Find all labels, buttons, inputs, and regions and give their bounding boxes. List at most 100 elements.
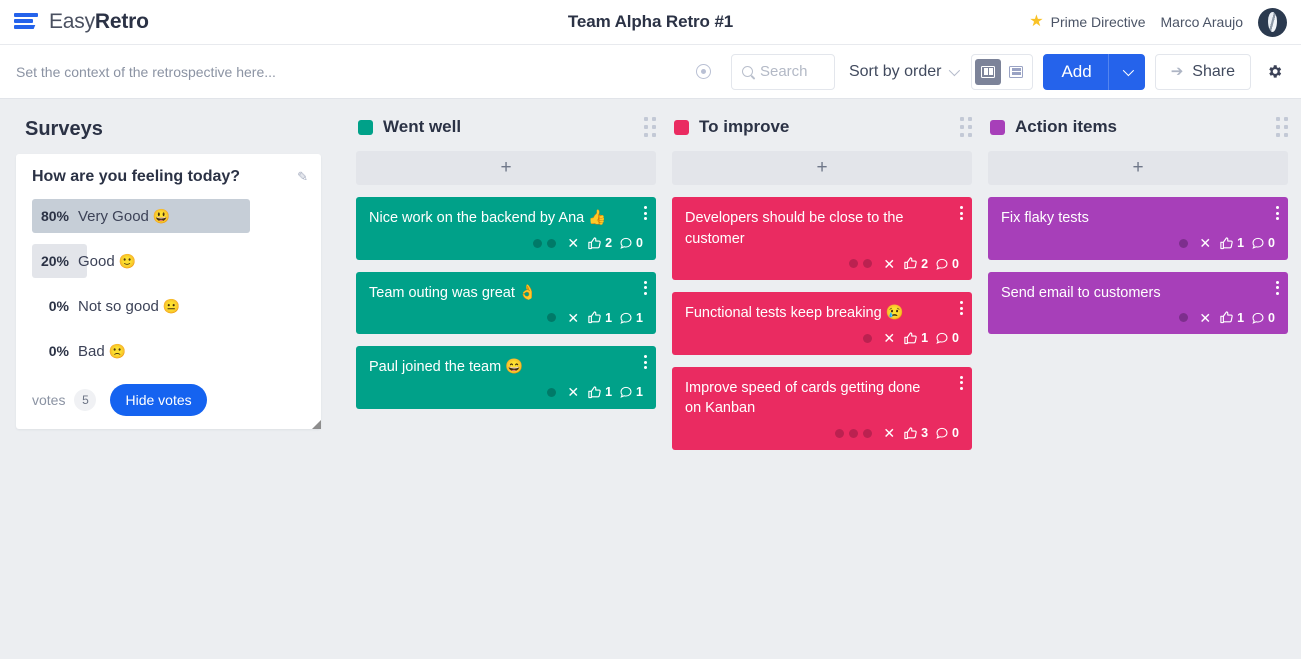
user-name[interactable]: Marco Araujo — [1161, 14, 1243, 30]
card-comment-button[interactable]: 0 — [935, 331, 959, 345]
search-icon — [742, 66, 753, 77]
survey-question: How are you feeling today? — [32, 168, 305, 186]
prime-directive-button[interactable]: ★ Prime Directive — [1029, 14, 1145, 30]
brand-logo[interactable]: EasyRetro — [14, 10, 149, 34]
survey-votes-row: votes 5 Hide votes — [32, 384, 305, 416]
card-voter-dots — [533, 239, 556, 248]
retro-card[interactable]: Developers should be close to the custom… — [672, 197, 972, 280]
context-input[interactable] — [14, 63, 681, 81]
add-card-button[interactable]: + — [988, 151, 1288, 185]
eye-icon[interactable] — [691, 59, 717, 85]
card-comment-button[interactable]: 0 — [1251, 236, 1275, 250]
card-comment-button[interactable]: 1 — [619, 311, 643, 325]
pencil-icon[interactable]: ✎ — [297, 169, 308, 185]
column-color-swatch — [674, 120, 689, 135]
retro-card[interactable]: Improve speed of cards getting done on K… — [672, 367, 972, 450]
card-footer: ✕ 20 — [685, 256, 959, 271]
card-like-button[interactable]: 1 — [1219, 310, 1244, 325]
prime-directive-label: Prime Directive — [1051, 14, 1146, 30]
comment-bubble-icon — [1251, 311, 1265, 325]
avatar[interactable] — [1258, 8, 1287, 37]
card-voter-dots — [849, 259, 872, 268]
card-footer: ✕ 3 0 — [685, 426, 959, 441]
card-comment-button[interactable]: 0 — [1251, 311, 1275, 325]
avatar-image — [1268, 12, 1277, 32]
board: Surveys How are you feeling today? ✎ 80%… — [0, 99, 1301, 462]
gear-icon[interactable] — [1261, 59, 1287, 85]
card-menu-icon[interactable] — [960, 301, 963, 315]
card-comment-button[interactable]: 0 — [619, 236, 643, 250]
card-text: Functional tests keep breaking 😢 — [685, 303, 959, 324]
search-placeholder: Search — [760, 63, 808, 80]
card-comment-button[interactable]: 1 — [619, 385, 643, 399]
retro-card[interactable]: Nice work on the backend by Ana 👍✕20 — [356, 197, 656, 260]
card-comment-button[interactable]: 0 — [935, 257, 959, 271]
board-view-icon[interactable] — [975, 59, 1001, 85]
survey-option-emoji: 😃 — [153, 208, 170, 225]
card-menu-icon[interactable] — [644, 355, 647, 369]
retro-card[interactable]: Send email to customers✕10 — [988, 272, 1288, 335]
thumbs-up-icon — [587, 385, 602, 400]
surveys-title: Surveys — [25, 118, 332, 141]
add-dropdown-toggle[interactable] — [1109, 54, 1145, 90]
card-remove-vote-icon[interactable]: ✕ — [567, 311, 579, 325]
card-menu-icon[interactable] — [960, 206, 963, 220]
add-button[interactable]: Add — [1043, 54, 1144, 90]
card-footer: ✕ 11 — [369, 310, 643, 325]
sort-label: Sort by order — [849, 63, 941, 81]
card-remove-vote-icon[interactable]: ✕ — [567, 236, 579, 250]
card-voter-dots — [547, 313, 556, 322]
survey-option[interactable]: 20%Good🙂 — [32, 244, 305, 278]
card-comment-count: 0 — [952, 426, 959, 440]
survey-option[interactable]: 80%Very Good😃 — [32, 199, 305, 233]
add-card-button[interactable]: + — [356, 151, 656, 185]
column-drag-handle[interactable] — [644, 117, 656, 137]
survey-option[interactable]: 0%Bad🙁 — [32, 334, 305, 368]
search-input[interactable]: Search — [731, 54, 835, 90]
list-view-icon[interactable] — [1003, 59, 1029, 85]
column-drag-handle[interactable] — [960, 117, 972, 137]
survey-options: 80%Very Good😃 20%Good🙂 0%Not so good😐 0%Bad… — [32, 199, 305, 368]
add-card-button[interactable]: + — [672, 151, 972, 185]
card-menu-icon[interactable] — [960, 376, 963, 390]
card-menu-icon[interactable] — [1276, 281, 1279, 295]
card-remove-vote-icon[interactable]: ✕ — [883, 331, 895, 345]
column-color-swatch — [990, 120, 1005, 135]
card-remove-vote-icon[interactable]: ✕ — [1199, 236, 1211, 250]
card-like-button[interactable]: 1 — [1219, 236, 1244, 251]
column-title: To improve — [699, 117, 789, 137]
card-like-button[interactable]: 2 — [903, 256, 928, 271]
hide-votes-button[interactable]: Hide votes — [110, 384, 206, 416]
card-remove-vote-icon[interactable]: ✕ — [1199, 311, 1211, 325]
card-like-button[interactable]: 1 — [903, 331, 928, 346]
card-like-count: 2 — [921, 257, 928, 271]
retro-card[interactable]: Functional tests keep breaking 😢 ✕ 10 — [672, 292, 972, 355]
card-like-button[interactable]: 1 — [587, 385, 612, 400]
card-like-button[interactable]: 3 — [903, 426, 928, 441]
survey-option-emoji: 😐 — [163, 298, 180, 315]
resize-handle-icon[interactable] — [312, 420, 321, 429]
card-comment-button[interactable]: 0 — [935, 426, 959, 440]
retro-card[interactable]: Team outing was great 👌✕11 — [356, 272, 656, 335]
column-drag-handle[interactable] — [1276, 117, 1288, 137]
card-comment-count: 1 — [636, 385, 643, 399]
sort-dropdown[interactable]: Sort by order — [845, 63, 961, 81]
card-menu-icon[interactable] — [644, 206, 647, 220]
retro-card[interactable]: Fix flaky tests✕10 — [988, 197, 1288, 260]
survey-option[interactable]: 0%Not so good😐 — [32, 289, 305, 323]
card-comment-count: 0 — [1268, 236, 1275, 250]
card-comment-count: 0 — [1268, 311, 1275, 325]
card-like-count: 1 — [605, 385, 612, 399]
card-like-button[interactable]: 1 — [587, 310, 612, 325]
retro-card[interactable]: Paul joined the team 😄✕11 — [356, 346, 656, 409]
survey-option-percent: 80% — [32, 208, 78, 224]
card-footer: ✕ 10 — [685, 331, 959, 346]
card-like-button[interactable]: 2 — [587, 236, 612, 251]
card-remove-vote-icon[interactable]: ✕ — [883, 257, 895, 271]
thumbs-up-icon — [587, 310, 602, 325]
card-menu-icon[interactable] — [644, 281, 647, 295]
share-button[interactable]: ➔ Share — [1155, 54, 1251, 90]
card-menu-icon[interactable] — [1276, 206, 1279, 220]
card-remove-vote-icon[interactable]: ✕ — [883, 426, 895, 440]
card-remove-vote-icon[interactable]: ✕ — [567, 385, 579, 399]
